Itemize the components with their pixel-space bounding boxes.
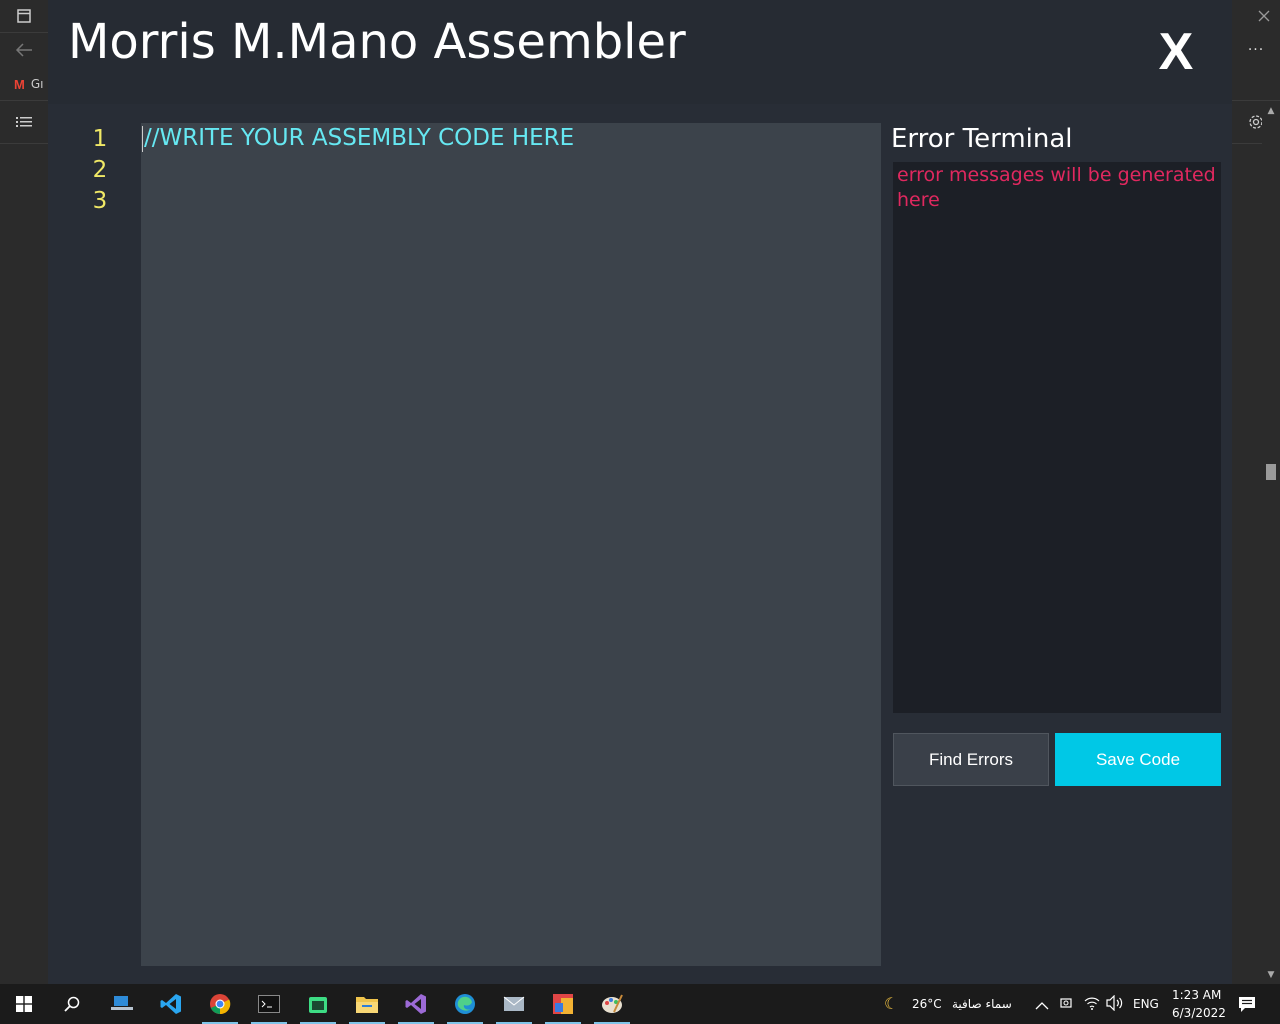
clock-date[interactable]: 6/3/2022 <box>1172 1006 1226 1020</box>
close-window-icon[interactable] <box>1240 0 1280 32</box>
vscode-icon[interactable] <box>151 988 191 1020</box>
scroll-thumb[interactable] <box>1266 464 1276 480</box>
line-number: 1 <box>92 126 108 152</box>
list-icon[interactable] <box>0 106 48 138</box>
weather-moon-icon[interactable]: ☾ <box>884 994 898 1013</box>
android-studio-icon[interactable] <box>298 988 338 1024</box>
file-explorer-icon[interactable] <box>347 988 387 1024</box>
notifications-icon[interactable] <box>1238 995 1256 1017</box>
mail-app-icon[interactable] <box>494 988 534 1024</box>
browser-left-rail: M Gı <box>0 0 48 984</box>
line-number: 2 <box>92 157 108 183</box>
bookmark-gmail[interactable]: M Gı <box>0 68 48 100</box>
find-errors-button[interactable]: Find Errors <box>893 733 1049 786</box>
network-pc-app-icon[interactable] <box>102 988 142 1020</box>
chrome-icon[interactable] <box>200 988 240 1024</box>
bookmark-label: Gı <box>30 77 44 91</box>
search-icon[interactable] <box>52 988 92 1020</box>
code-line: //WRITE YOUR ASSEMBLY CODE HERE <box>144 125 575 151</box>
scroll-up-arrow-icon[interactable]: ▲ <box>1262 104 1280 118</box>
app-title: Morris M.Mano Assembler <box>68 14 686 70</box>
tab-actions-icon[interactable] <box>0 0 48 32</box>
chevron-up-icon[interactable] <box>1035 996 1049 1015</box>
more-options-icon[interactable]: ··· <box>1232 34 1280 66</box>
error-terminal: error messages will be generated here <box>893 162 1221 713</box>
wifi-icon[interactable] <box>1084 995 1100 1015</box>
input-language[interactable]: ENG <box>1133 997 1159 1011</box>
weather-condition[interactable]: سماء صافية <box>952 997 1012 1011</box>
assembler-window: Morris M.Mano Assembler X 1 2 3 //WRITE … <box>48 0 1232 984</box>
title-bar: Morris M.Mano Assembler X <box>48 0 1232 104</box>
line-number: 3 <box>92 188 108 214</box>
page-scrollbar[interactable]: ▲ ▼ <box>1262 104 1280 984</box>
gmail-icon: M <box>14 76 25 92</box>
volume-icon[interactable] <box>1106 994 1124 1015</box>
meet-now-icon[interactable] <box>1060 995 1074 1015</box>
clock-time[interactable]: 1:23 AM <box>1172 988 1221 1002</box>
code-editor[interactable]: //WRITE YOUR ASSEMBLY CODE HERE <box>141 123 881 966</box>
error-terminal-title: Error Terminal <box>891 124 1073 154</box>
media-app-icon[interactable] <box>543 988 583 1024</box>
edge-icon[interactable] <box>445 988 485 1024</box>
windows-start-icon[interactable] <box>4 988 44 1020</box>
line-numbers: 1 2 3 <box>88 124 112 217</box>
paint-icon[interactable] <box>592 988 632 1024</box>
scroll-down-arrow-icon[interactable]: ▼ <box>1262 968 1280 982</box>
weather-temperature[interactable]: 26°C <box>912 997 942 1011</box>
terminal-icon[interactable] <box>249 988 289 1024</box>
visual-studio-icon[interactable] <box>396 988 436 1024</box>
save-code-button[interactable]: Save Code <box>1055 733 1221 786</box>
back-arrow-icon[interactable] <box>0 34 48 66</box>
close-button[interactable]: X <box>1152 20 1200 84</box>
error-terminal-message: error messages will be generated here <box>897 164 1216 211</box>
text-caret <box>142 125 143 152</box>
taskbar: ☾ 26°C سماء صافية ENG 1:23 AM 6/3/2022 <box>0 984 1280 1024</box>
